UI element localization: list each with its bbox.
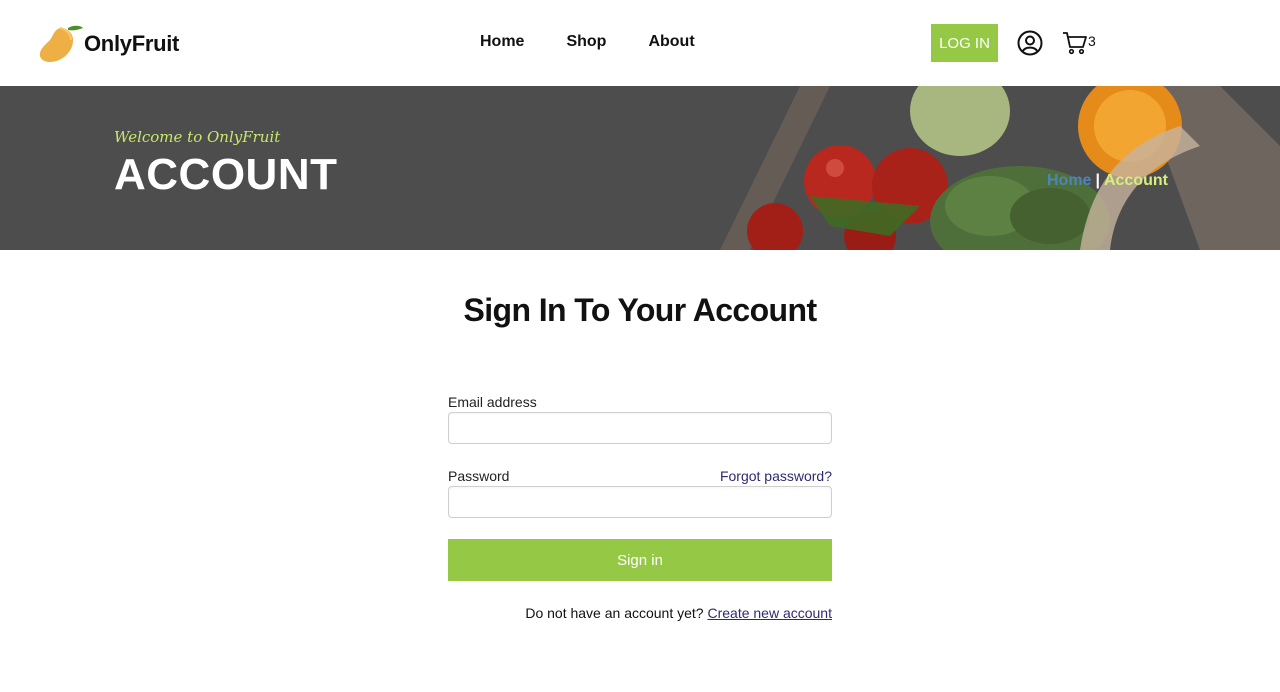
signin-heading: Sign In To Your Account — [463, 292, 818, 328]
forgot-password-link[interactable]: Forgot password? — [720, 468, 832, 484]
logo-text: OnlyFruit — [84, 31, 180, 56]
main-nav: Home Shop About — [480, 33, 737, 51]
create-account-row: Do not have an account yet? Create new a… — [448, 605, 832, 621]
breadcrumb-separator: | — [1095, 172, 1100, 189]
create-account-prompt: Do not have an account yet? — [525, 605, 704, 621]
login-button[interactable]: LOG IN — [931, 24, 998, 62]
nav-about[interactable]: About — [648, 33, 694, 51]
cart-count-badge: 3 — [1088, 33, 1096, 49]
cart-button[interactable]: 3 — [1062, 30, 1096, 56]
password-field[interactable] — [448, 486, 832, 518]
logo[interactable]: OnlyFruit — [38, 24, 179, 64]
signin-button[interactable]: Sign in — [448, 539, 832, 581]
site-header: OnlyFruit Home Shop About LOG IN 3 — [0, 0, 1280, 86]
breadcrumb: Home | Account — [1047, 172, 1168, 190]
cart-icon — [1062, 30, 1088, 56]
page-title: ACCOUNT — [114, 150, 338, 199]
breadcrumb-current: Account — [1103, 172, 1168, 189]
breadcrumb-home[interactable]: Home — [1047, 172, 1091, 189]
nav-shop[interactable]: Shop — [566, 33, 606, 51]
email-field[interactable] — [448, 412, 832, 444]
signin-form: Email address Password Forgot password? … — [448, 394, 832, 621]
produce-background-image — [660, 86, 1280, 250]
email-label: Email address — [448, 394, 537, 410]
user-icon[interactable] — [1017, 30, 1043, 56]
welcome-text: Welcome to OnlyFruit — [114, 128, 281, 146]
password-label-row: Password Forgot password? — [448, 468, 832, 484]
create-account-link[interactable]: Create new account — [707, 605, 832, 621]
mango-logo-icon — [38, 24, 84, 64]
password-label: Password — [448, 468, 510, 484]
page-banner: Welcome to OnlyFruit ACCOUNT Home | Accoun… — [0, 86, 1280, 250]
nav-home[interactable]: Home — [480, 33, 524, 51]
